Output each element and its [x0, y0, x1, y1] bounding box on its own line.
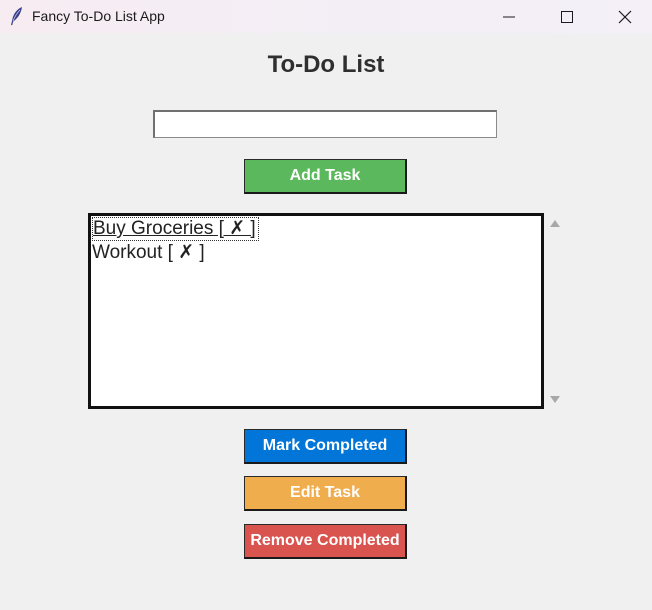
add-task-button[interactable]: Add Task: [244, 159, 407, 194]
vertical-scrollbar[interactable]: [547, 213, 564, 409]
page-title: To-Do List: [267, 51, 385, 78]
task-listbox[interactable]: Buy Groceries [ ✗ ] Workout [ ✗ ]: [88, 213, 544, 409]
feather-icon: [11, 7, 22, 26]
task-label: Buy Groceries [ ✗ ]: [93, 218, 256, 239]
remove-completed-button[interactable]: Remove Completed: [244, 524, 407, 559]
minimize-button[interactable]: [480, 0, 538, 33]
mark-completed-button[interactable]: Mark Completed: [244, 429, 407, 464]
list-item[interactable]: Buy Groceries [ ✗ ]: [92, 217, 259, 241]
edit-task-button[interactable]: Edit Task: [244, 476, 407, 511]
title-bar: Fancy To-Do List App: [0, 0, 652, 33]
scroll-up-arrow-icon[interactable]: [550, 220, 560, 227]
task-label: Workout [ ✗ ]: [92, 242, 205, 263]
list-item[interactable]: Workout [ ✗ ]: [92, 241, 540, 265]
scroll-down-arrow-icon[interactable]: [550, 396, 560, 403]
close-icon: [618, 10, 632, 23]
maximize-button[interactable]: [538, 0, 596, 33]
window-title: Fancy To-Do List App: [32, 8, 165, 24]
task-input[interactable]: [153, 110, 497, 138]
maximize-icon: [561, 10, 573, 23]
close-button[interactable]: [596, 0, 652, 33]
minimize-icon: [503, 16, 515, 17]
